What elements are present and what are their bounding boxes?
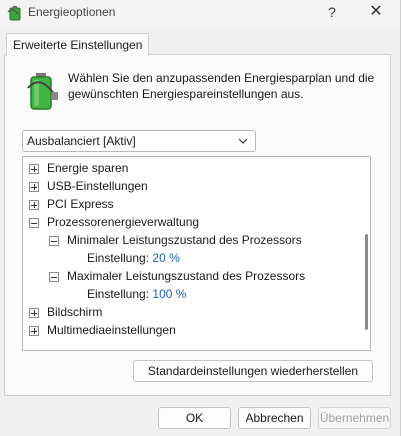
description-text: Wählen Sie den anzupassenden Energiespar… bbox=[68, 71, 375, 101]
title-bar: Energieoptionen ? ✕ bbox=[0, 0, 400, 26]
setting-label: Einstellung: bbox=[87, 287, 150, 301]
expand-icon[interactable] bbox=[29, 308, 39, 318]
settings-tree[interactable]: Energie sparen USB-Einstellungen PCI Exp… bbox=[22, 156, 371, 351]
apply-button[interactable]: Übernehmen bbox=[318, 407, 391, 429]
ok-button[interactable]: OK bbox=[158, 407, 231, 429]
restore-defaults-button[interactable]: Standardeinstellungen wiederherstellen bbox=[133, 360, 373, 382]
tree-item-label: Minimaler Leistungszustand des Prozessor… bbox=[67, 233, 302, 247]
help-button[interactable]: ? bbox=[322, 2, 342, 22]
setting-value[interactable]: 20 % bbox=[152, 251, 179, 265]
expand-icon[interactable] bbox=[29, 326, 39, 336]
tree-scrollbar[interactable] bbox=[365, 234, 368, 330]
tab-advanced-settings[interactable]: Erweiterte Einstellungen bbox=[6, 33, 150, 56]
expand-icon[interactable] bbox=[29, 164, 39, 174]
collapse-icon[interactable] bbox=[29, 218, 39, 228]
setting-value[interactable]: 100 % bbox=[152, 287, 186, 301]
chevron-down-icon bbox=[238, 138, 248, 144]
tree-item-label: Prozessorenergieverwaltung bbox=[47, 215, 200, 229]
power-plan-value: Ausbalanciert [Aktiv] bbox=[27, 134, 136, 148]
tree-item-max-setting[interactable]: Einstellung: 100 % bbox=[87, 285, 186, 303]
battery-plug-icon bbox=[27, 73, 58, 110]
tree-item-label: Maximaler Leistungszustand des Prozessor… bbox=[67, 269, 306, 283]
battery-app-icon bbox=[7, 6, 21, 21]
tree-item-min-setting[interactable]: Einstellung: 20 % bbox=[87, 249, 180, 267]
expand-icon[interactable] bbox=[29, 200, 39, 210]
setting-label: Einstellung: bbox=[87, 251, 150, 265]
power-options-dialog: Energieoptionen ? ✕ Erweiterte Einstellu… bbox=[0, 0, 401, 436]
tree-item-label: Energie sparen bbox=[47, 161, 129, 175]
tree-item-label: Bildschirm bbox=[47, 305, 103, 319]
collapse-icon[interactable] bbox=[49, 236, 59, 246]
collapse-icon[interactable] bbox=[49, 272, 59, 282]
power-plan-select[interactable]: Ausbalanciert [Aktiv] bbox=[22, 130, 256, 152]
close-button[interactable]: ✕ bbox=[366, 2, 386, 22]
tree-item-label: PCI Express bbox=[47, 197, 114, 211]
window-title: Energieoptionen bbox=[28, 5, 116, 19]
tree-item-label: USB-Einstellungen bbox=[47, 179, 148, 193]
tree-item-label: Multimediaeinstellungen bbox=[47, 323, 176, 337]
expand-icon[interactable] bbox=[29, 182, 39, 192]
cancel-button[interactable]: Abbrechen bbox=[238, 407, 311, 429]
